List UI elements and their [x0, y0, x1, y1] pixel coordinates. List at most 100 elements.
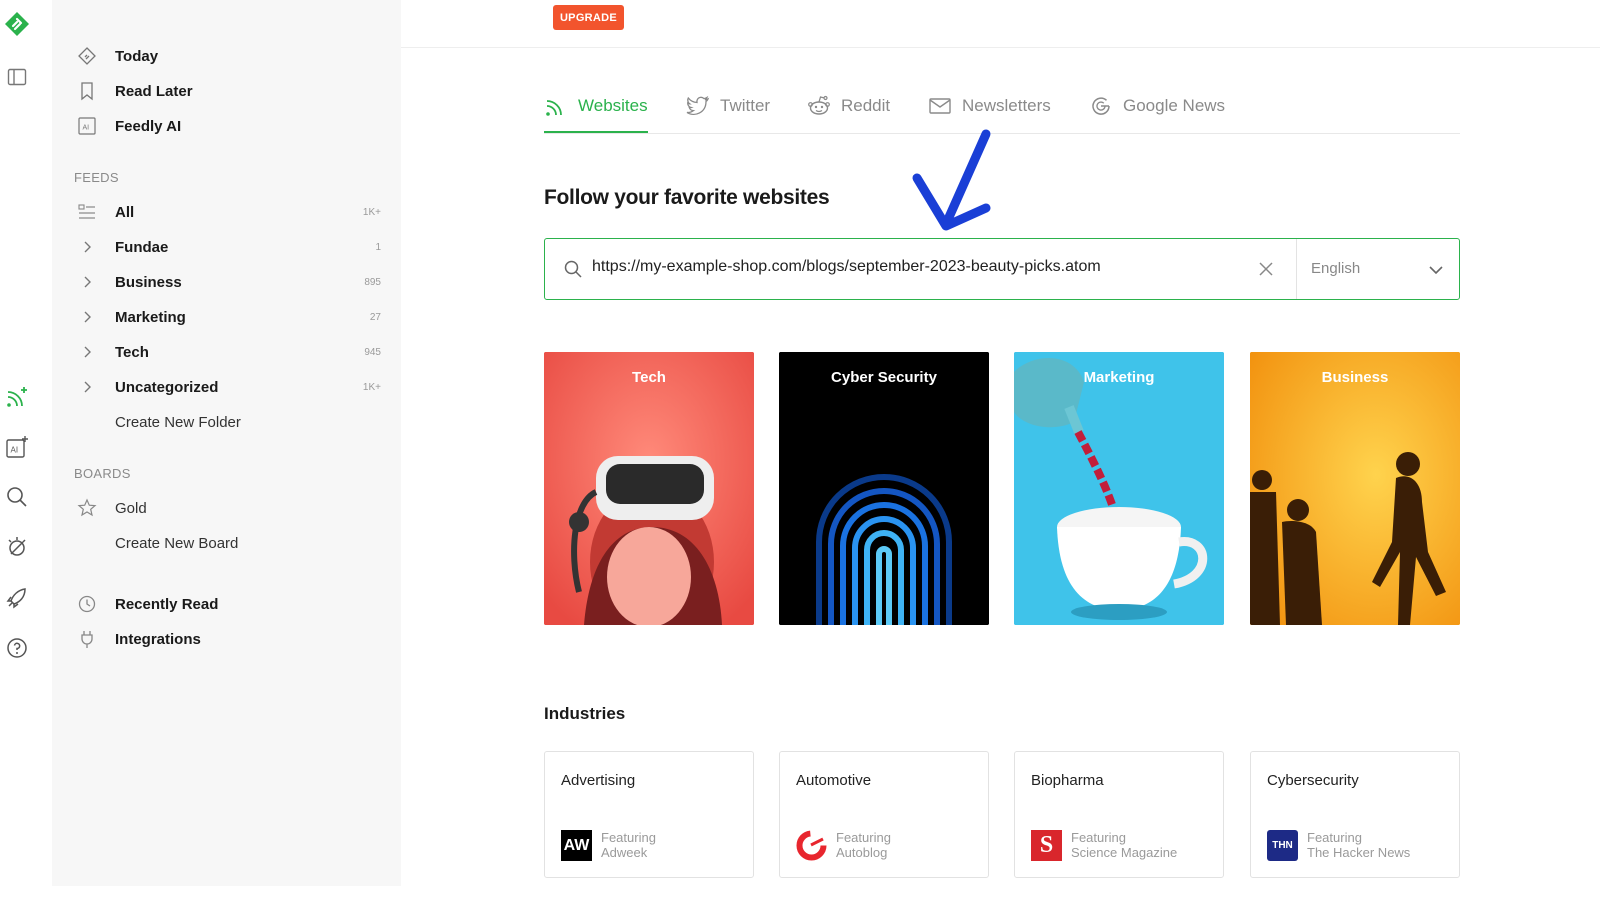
unread-count: 945	[364, 346, 381, 358]
sidebar-item-recently-read[interactable]: Recently Read	[76, 590, 381, 618]
svg-text:AI: AI	[11, 446, 19, 455]
tab-label: Newsletters	[962, 96, 1051, 115]
search-icon[interactable]	[3, 483, 31, 511]
source-tabs: Websites Twitter Reddit Newsletters Goog…	[544, 90, 1460, 134]
chevron-right-icon[interactable]	[76, 236, 98, 258]
business-silhouettes-image	[1250, 352, 1460, 625]
featuring-label: Featuring	[836, 830, 891, 845]
industry-card-cybersecurity[interactable]: Cybersecurity THN Featuring The Hacker N…	[1250, 751, 1460, 878]
icon-rail: AI	[0, 0, 52, 904]
industry-card-automotive[interactable]: Automotive Featuring Autoblog	[779, 751, 989, 878]
chevron-right-icon[interactable]	[76, 306, 98, 328]
topic-card-title: Cyber Security	[831, 369, 937, 386]
tab-twitter[interactable]: Twitter	[686, 90, 770, 133]
tab-google-news[interactable]: Google News	[1089, 90, 1225, 133]
envelope-icon	[928, 94, 952, 118]
today-icon	[76, 45, 98, 67]
rss-icon	[544, 94, 568, 118]
rocket-icon[interactable]	[3, 584, 31, 612]
sidebar-toggle-icon[interactable]	[3, 63, 31, 91]
tab-label: Websites	[578, 96, 648, 115]
bookmark-icon	[76, 80, 98, 102]
tab-websites[interactable]: Websites	[544, 90, 648, 133]
featuring-source: Autoblog	[836, 845, 888, 860]
chevron-right-icon[interactable]	[76, 341, 98, 363]
hacker-news-logo: THN	[1267, 830, 1298, 861]
feed-label: All	[115, 203, 135, 221]
sidebar-item-read-later[interactable]: Read Later	[76, 77, 381, 105]
add-feed-icon[interactable]	[3, 383, 31, 411]
sidebar-item-feedly-ai[interactable]: AI Feedly AI	[76, 112, 381, 140]
industry-name: Cybersecurity	[1267, 772, 1359, 789]
feed-folder-uncategorized[interactable]: Uncategorized 1K+	[76, 373, 381, 401]
featuring-source: The Hacker News	[1307, 845, 1411, 860]
unread-count: 1K+	[362, 206, 381, 218]
sidebar-item-label: Feedly AI	[115, 117, 182, 135]
top-bar: UPGRADE	[401, 0, 1600, 48]
unread-count: 1	[375, 241, 381, 253]
industry-card-biopharma[interactable]: Biopharma S Featuring Science Magazine	[1014, 751, 1224, 878]
topic-card-title: Marketing	[1083, 369, 1155, 386]
create-new-folder-link[interactable]: Create New Folder	[76, 408, 381, 436]
feed-folder-marketing[interactable]: Marketing 27	[76, 303, 381, 331]
featuring-label: Featuring	[1307, 830, 1362, 845]
chevron-right-icon[interactable]	[76, 376, 98, 398]
board-item-gold[interactable]: Gold	[76, 494, 381, 522]
industry-name: Advertising	[561, 772, 636, 789]
industry-featuring: Featuring Science Magazine	[1071, 830, 1177, 860]
featuring-source: Adweek	[601, 845, 648, 860]
search-icon	[563, 259, 583, 284]
ai-icon: AI	[76, 115, 98, 137]
topic-card-business[interactable]: Business	[1250, 352, 1460, 625]
ai-feed-icon[interactable]: AI	[3, 433, 31, 461]
featuring-label: Featuring	[1071, 830, 1126, 845]
tab-label: Reddit	[841, 96, 891, 115]
sidebar-item-label: Today	[115, 47, 159, 65]
sidebar-item-label: Recently Read	[115, 595, 219, 613]
follow-websites-heading: Follow your favorite websites	[544, 186, 830, 209]
unread-count: 895	[364, 276, 381, 288]
featuring-label: Featuring	[601, 830, 656, 845]
topic-card-tech[interactable]: Tech	[544, 352, 754, 625]
hide-icon[interactable]	[3, 533, 31, 561]
feedly-logo-icon[interactable]	[3, 10, 31, 38]
board-label: Gold	[115, 499, 147, 517]
sidebar-item-today[interactable]: Today	[76, 42, 381, 70]
create-new-board-link[interactable]: Create New Board	[76, 529, 381, 557]
feed-item-all[interactable]: All 1K+	[76, 198, 381, 226]
feed-folder-fundae[interactable]: Fundae 1	[76, 233, 381, 261]
unread-count: 27	[369, 311, 381, 323]
tab-label: Google News	[1123, 96, 1226, 115]
sidebar-item-integrations[interactable]: Integrations	[76, 625, 381, 653]
svg-text:AI: AI	[83, 125, 90, 132]
star-icon	[76, 497, 98, 519]
list-icon	[76, 201, 98, 223]
tab-reddit[interactable]: Reddit	[807, 90, 890, 133]
feed-label: Business	[115, 273, 182, 291]
create-board-label: Create New Board	[115, 534, 239, 552]
main-content: UPGRADE Websites Twitter Reddit Newslett…	[401, 0, 1600, 904]
industries-heading: Industries	[544, 704, 626, 723]
sidebar: Today Read Later AI Feedly AI FEEDS All …	[52, 0, 401, 886]
adweek-logo: AW	[561, 830, 592, 861]
language-select[interactable]: English	[1296, 239, 1460, 299]
feed-folder-business[interactable]: Business 895	[76, 268, 381, 296]
feeds-section-header: FEEDS	[74, 170, 119, 185]
website-search-input[interactable]	[592, 258, 1242, 276]
topic-card-marketing[interactable]: Marketing	[1014, 352, 1224, 625]
close-icon[interactable]	[1256, 259, 1276, 284]
topic-card-title: Tech	[632, 369, 666, 386]
industry-card-advertising[interactable]: Advertising AW Featuring Adweek	[544, 751, 754, 878]
feed-folder-tech[interactable]: Tech 945	[76, 338, 381, 366]
plug-icon	[76, 628, 98, 650]
chevron-right-icon[interactable]	[76, 271, 98, 293]
upgrade-button[interactable]: UPGRADE	[553, 5, 624, 30]
tab-label: Twitter	[720, 96, 771, 115]
help-icon[interactable]	[3, 634, 31, 662]
feed-label: Tech	[115, 343, 149, 361]
industry-name: Biopharma	[1031, 772, 1104, 789]
language-value: English	[1311, 260, 1361, 277]
topic-card-cyber-security[interactable]: Cyber Security	[779, 352, 989, 625]
sidebar-item-label: Read Later	[115, 82, 193, 100]
